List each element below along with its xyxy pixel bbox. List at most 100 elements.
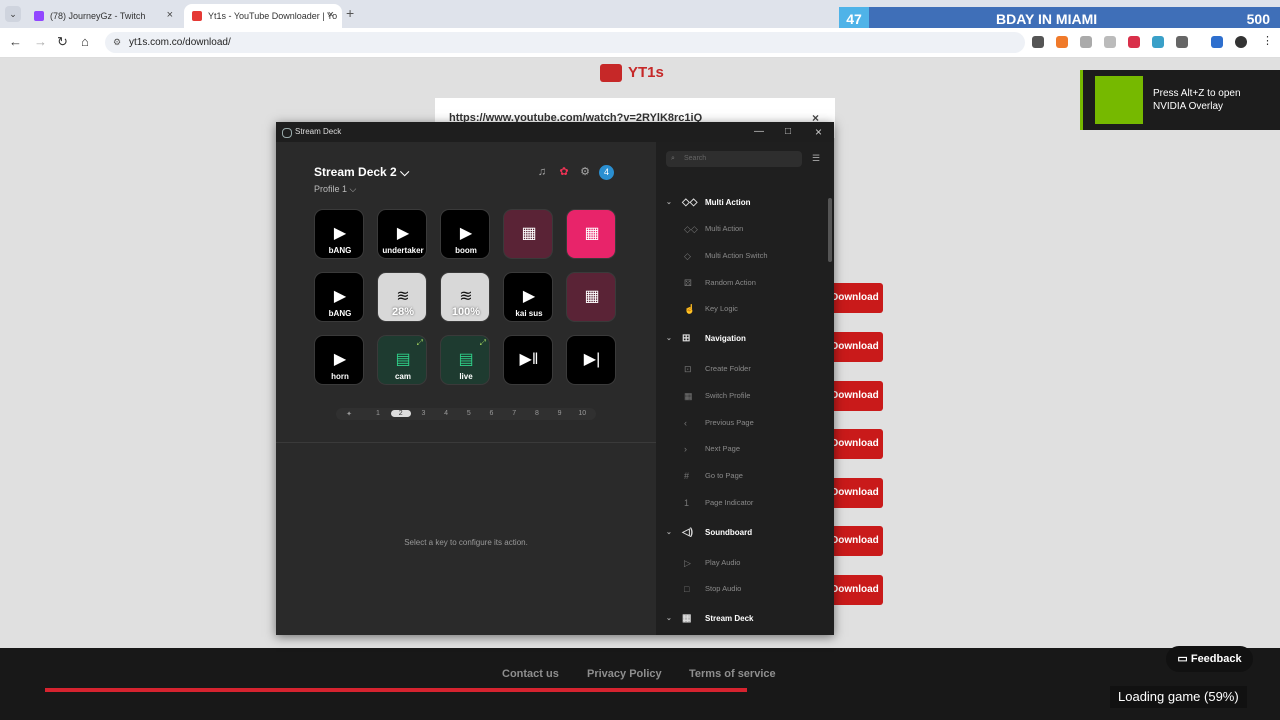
privacy-link[interactable]: Privacy Policy: [587, 668, 662, 680]
key-12[interactable]: ▤ ⤢ cam: [377, 335, 427, 385]
mail-icon[interactable]: [1104, 36, 1116, 48]
page-8[interactable]: 8: [530, 410, 544, 417]
key-13[interactable]: ▤ ⤢ live: [440, 335, 490, 385]
page-3[interactable]: 3: [416, 410, 430, 417]
action-label: Multi Action: [705, 224, 744, 233]
twitch-icon: [34, 11, 44, 21]
notification-badge[interactable]: 4: [599, 165, 614, 180]
video-icon: ▶: [396, 225, 410, 242]
bell-icon[interactable]: ♫: [536, 166, 548, 178]
site-logo[interactable]: YT1s: [600, 64, 664, 83]
action-item-multi-action-switch[interactable]: ◇ Multi Action Switch: [656, 246, 826, 266]
volume-icon[interactable]: [1032, 36, 1044, 48]
maximize-icon[interactable]: □: [785, 122, 791, 142]
key-4[interactable]: ▦: [503, 209, 553, 259]
key-14[interactable]: ▶‖: [503, 335, 553, 385]
home-icon[interactable]: ⌂: [81, 34, 89, 49]
key-1[interactable]: ▶ bANG: [314, 209, 364, 259]
menu-icon[interactable]: ⋮: [1262, 34, 1273, 47]
tab-search-icon[interactable]: ⌄: [5, 6, 21, 22]
nvidia-logo-icon: [1095, 76, 1143, 124]
back-icon[interactable]: ←: [9, 34, 22, 49]
link-icon: ⤢: [479, 338, 486, 347]
key-5[interactable]: ▦: [566, 209, 616, 259]
key-9[interactable]: ▶ kai sus: [503, 272, 553, 322]
action-category-stream-deck[interactable]: ⌄ ▦ Stream Deck: [656, 609, 826, 629]
next-icon: ▶|: [583, 351, 601, 368]
page-5[interactable]: 5: [462, 410, 476, 417]
action-category-navigation[interactable]: ⌄ ⊞ Navigation: [656, 329, 826, 349]
shield-icon[interactable]: [1080, 36, 1092, 48]
video-icon: ▶: [333, 351, 347, 368]
youtube-icon: [192, 11, 202, 21]
action-label: Soundboard: [705, 528, 753, 537]
key-6[interactable]: ▶ bANG: [314, 272, 364, 322]
key-8[interactable]: ≋ 100%: [440, 272, 490, 322]
tab-yt1s[interactable]: Yt1s - YouTube Downloader | Yo ×: [184, 4, 342, 28]
page-9[interactable]: 9: [553, 410, 567, 417]
close-tab-icon[interactable]: ×: [167, 9, 173, 21]
playpause-icon: ▶‖: [519, 351, 539, 368]
avatar[interactable]: [1235, 36, 1247, 48]
action-label: Navigation: [705, 334, 746, 343]
play-audio-icon: ▷: [684, 558, 691, 568]
action-item-previous-page[interactable]: ‹ Previous Page: [656, 413, 826, 433]
puzzle-icon[interactable]: [1176, 36, 1188, 48]
page-6[interactable]: 6: [485, 410, 499, 417]
key-3[interactable]: ▶ boom: [440, 209, 490, 259]
page-4[interactable]: 4: [439, 410, 453, 417]
action-item-key-logic[interactable]: ☝ Key Logic: [656, 299, 826, 319]
chevron-down-icon[interactable]: ⌄: [666, 193, 672, 213]
gear-icon[interactable]: ⚙: [579, 166, 591, 178]
feedback-button[interactable]: ▭ Feedback: [1166, 646, 1253, 672]
action-item-go-to-page[interactable]: # Go to Page: [656, 466, 826, 486]
profile-selector[interactable]: Profile 1 ⌵: [314, 184, 356, 195]
contact-link[interactable]: Contact us: [502, 668, 559, 680]
action-item-next-page[interactable]: › Next Page: [656, 439, 826, 459]
address-bar[interactable]: ⚙ yt1s.com.co/download/: [105, 32, 1025, 53]
chevron-down-icon[interactable]: ⌄: [666, 329, 672, 349]
chevron-down-icon[interactable]: ⌄: [666, 609, 672, 629]
close-icon[interactable]: ×: [815, 122, 822, 142]
action-item-play-audio[interactable]: ▷ Play Audio: [656, 553, 826, 573]
new-tab-button[interactable]: +: [346, 5, 354, 21]
search-input[interactable]: ⌕ Search: [666, 151, 802, 167]
action-item-create-folder[interactable]: ⊡ Create Folder: [656, 359, 826, 379]
action-item-stop-audio[interactable]: □ Stop Audio: [656, 579, 826, 599]
download-icon[interactable]: [1211, 36, 1223, 48]
site-info-icon[interactable]: ⚙: [113, 32, 121, 53]
scrollbar[interactable]: [828, 198, 832, 262]
action-item-switch-profile[interactable]: ▦ Switch Profile: [656, 386, 826, 406]
key-15[interactable]: ▶|: [566, 335, 616, 385]
action-item-random-action[interactable]: ⚄ Random Action: [656, 273, 826, 293]
extension-icon[interactable]: [1056, 36, 1068, 48]
multi-action-icon: ◇◇: [684, 224, 698, 234]
minimize-icon[interactable]: —: [754, 122, 764, 142]
key-logic-icon: ☝: [684, 304, 696, 314]
extension-icon[interactable]: [1152, 36, 1164, 48]
key-11[interactable]: ▶ horn: [314, 335, 364, 385]
action-category-soundboard[interactable]: ⌄ ◁) Soundboard: [656, 523, 826, 543]
list-view-icon[interactable]: ☰: [812, 153, 820, 164]
device-selector[interactable]: Stream Deck 2 ⌵: [314, 165, 409, 180]
page-1[interactable]: 1: [371, 410, 385, 417]
page-10[interactable]: 10: [575, 410, 589, 417]
page-7[interactable]: 7: [507, 410, 521, 417]
close-tab-icon[interactable]: ×: [328, 9, 334, 21]
action-category-multi-action[interactable]: ⌄ ◇◇ Multi Action: [656, 193, 826, 213]
pin-icon[interactable]: ✦: [342, 410, 356, 418]
action-item-page-indicator[interactable]: 1 Page Indicator: [656, 493, 826, 513]
chevron-down-icon[interactable]: ⌄: [666, 523, 672, 543]
tab-twitch[interactable]: (78) JourneyGz - Twitch ×: [26, 4, 181, 28]
window-titlebar[interactable]: Stream Deck — □ ×: [276, 122, 834, 142]
key-7[interactable]: ≋ 28%: [377, 272, 427, 322]
marketplace-icon[interactable]: ✿: [558, 166, 570, 178]
action-item-multi-action[interactable]: ◇◇ Multi Action: [656, 219, 826, 239]
reload-icon[interactable]: ↻: [57, 34, 68, 50]
extension-badge-icon[interactable]: [1128, 36, 1140, 48]
key-10[interactable]: ▦: [566, 272, 616, 322]
page-2[interactable]: 2: [390, 410, 411, 417]
forward-icon[interactable]: →: [34, 34, 47, 49]
key-2[interactable]: ▶ undertaker: [377, 209, 427, 259]
terms-link[interactable]: Terms of service: [689, 668, 776, 680]
